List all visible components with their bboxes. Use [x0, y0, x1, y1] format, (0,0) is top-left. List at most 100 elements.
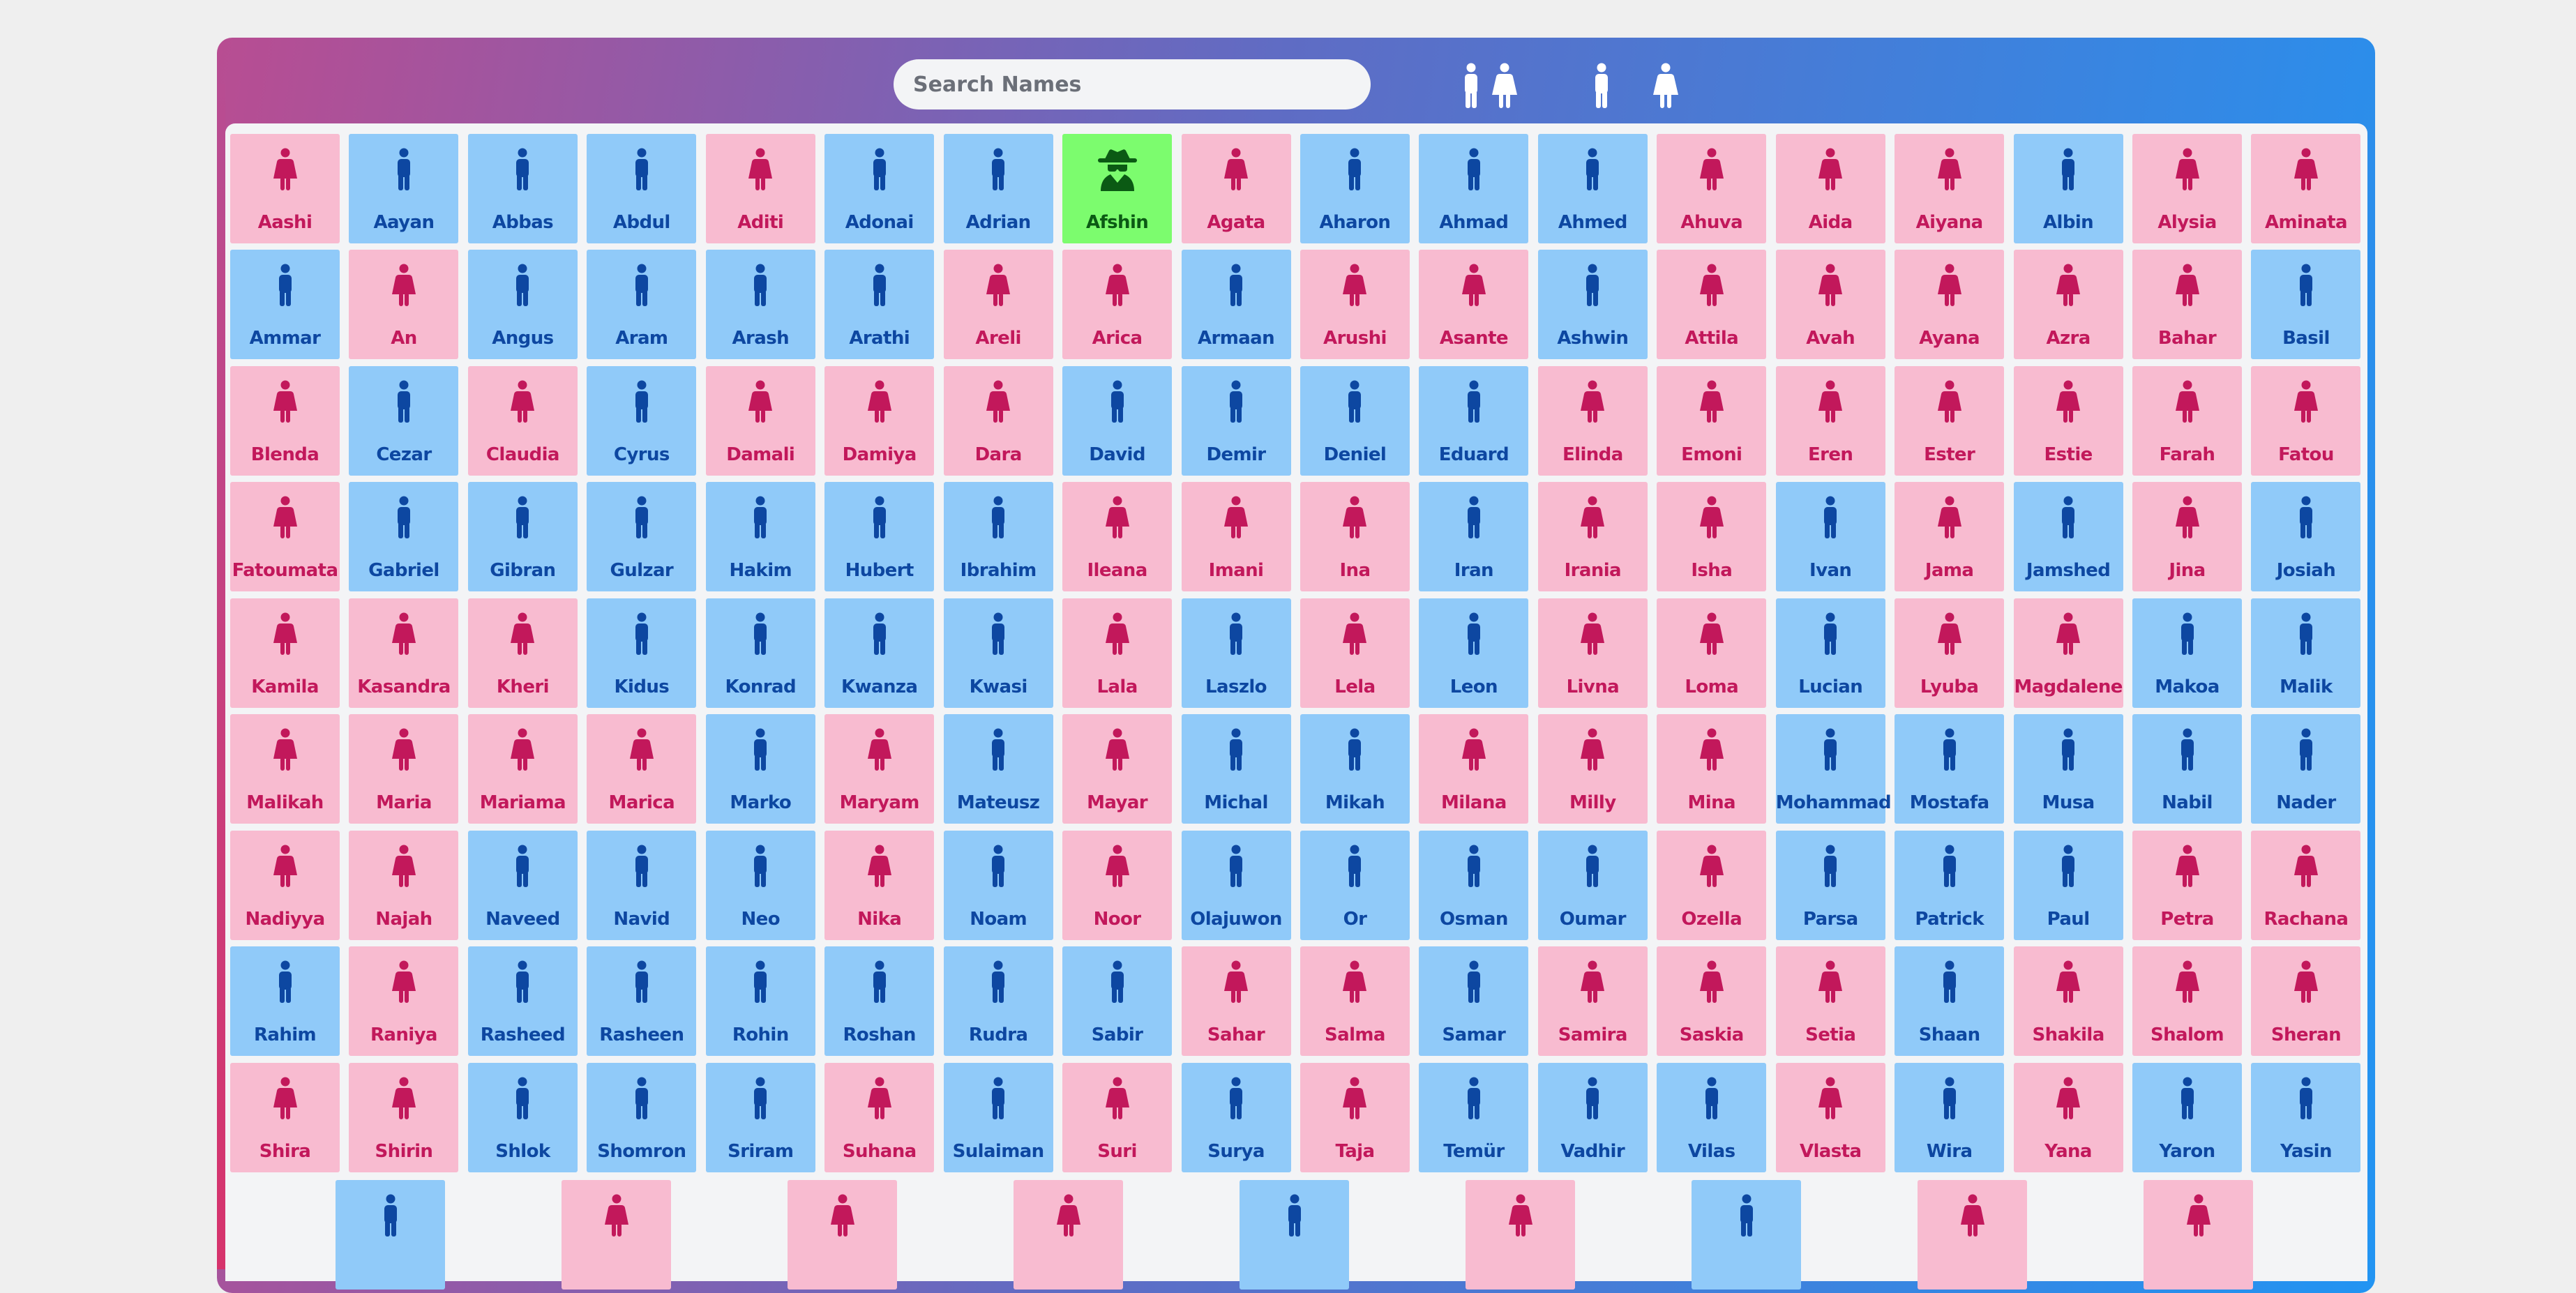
name-tile[interactable]: Arica — [1062, 250, 1173, 360]
name-tile[interactable]: Paul — [2013, 830, 2123, 940]
name-tile[interactable]: Gibran — [467, 482, 578, 592]
name-tile[interactable]: Dara — [943, 365, 1053, 476]
name-tile[interactable]: Cezar — [349, 365, 459, 476]
name-tile[interactable]: Ammar — [230, 250, 340, 360]
name-tile[interactable]: Jama — [1895, 482, 2005, 592]
name-tile[interactable]: Jamshed — [2013, 482, 2123, 592]
name-tile[interactable]: Yaron — [2132, 1062, 2242, 1172]
name-tile[interactable]: Ahuva — [1657, 134, 1767, 243]
name-tile[interactable]: Kidus — [587, 598, 697, 708]
name-tile[interactable]: Noor — [1062, 830, 1173, 940]
name-tile[interactable]: Eduard — [1419, 365, 1529, 476]
name-tile[interactable]: Shira — [230, 1062, 340, 1172]
name-tile[interactable]: Kwasi — [943, 598, 1053, 708]
name-tile[interactable]: Asante — [1419, 250, 1529, 360]
name-tile[interactable]: Mina — [1657, 714, 1767, 824]
name-tile[interactable]: Azra — [2013, 250, 2123, 360]
name-tile[interactable]: Albin — [2013, 134, 2123, 243]
name-tile[interactable]: Jina — [2132, 482, 2242, 592]
name-tile[interactable]: Lela — [1300, 598, 1410, 708]
name-tile[interactable]: Cyrus — [587, 365, 697, 476]
name-tile[interactable]: Kamila — [230, 598, 340, 708]
name-tile[interactable]: David — [1062, 365, 1173, 476]
name-tile[interactable]: Musa — [2013, 714, 2123, 824]
name-tile[interactable] — [336, 1180, 445, 1290]
name-tile[interactable]: Oumar — [1537, 830, 1648, 940]
name-tile[interactable]: Marko — [705, 714, 815, 824]
name-tile[interactable]: Hubert — [824, 482, 935, 592]
name-tile[interactable]: Suri — [1062, 1062, 1173, 1172]
name-tile[interactable]: Maria — [349, 714, 459, 824]
name-tile[interactable]: Adrian — [943, 134, 1053, 243]
name-tile[interactable]: Claudia — [467, 365, 578, 476]
name-tile[interactable]: Petra — [2132, 830, 2242, 940]
name-tile[interactable]: Surya — [1181, 1062, 1291, 1172]
name-tile[interactable]: Sheran — [2251, 946, 2361, 1057]
name-tile[interactable]: Ozella — [1657, 830, 1767, 940]
name-tile[interactable]: Imani — [1181, 482, 1291, 592]
name-tile[interactable]: Aiyana — [1895, 134, 2005, 243]
name-tile[interactable]: Konrad — [705, 598, 815, 708]
name-tile[interactable]: An — [349, 250, 459, 360]
name-tile[interactable] — [2144, 1180, 2253, 1290]
name-tile[interactable]: Vilas — [1657, 1062, 1767, 1172]
name-tile[interactable]: Rachana — [2251, 830, 2361, 940]
name-tile[interactable]: Lucian — [1775, 598, 1885, 708]
name-tile[interactable]: Agata — [1181, 134, 1291, 243]
name-tile[interactable] — [1240, 1180, 1349, 1290]
name-tile[interactable]: Blenda — [230, 365, 340, 476]
name-tile[interactable]: Michal — [1181, 714, 1291, 824]
name-tile[interactable]: Shalom — [2132, 946, 2242, 1057]
name-tile[interactable]: Laszlo — [1181, 598, 1291, 708]
name-tile[interactable]: Shirin — [349, 1062, 459, 1172]
name-tile[interactable]: Aharon — [1300, 134, 1410, 243]
name-tile[interactable]: Kasandra — [349, 598, 459, 708]
name-tile[interactable]: Abdul — [587, 134, 697, 243]
name-tile[interactable]: Ahmed — [1537, 134, 1648, 243]
name-tile[interactable]: Rahim — [230, 946, 340, 1057]
name-tile[interactable] — [788, 1180, 897, 1290]
name-tile[interactable]: Aditi — [705, 134, 815, 243]
name-tile[interactable]: Neo — [705, 830, 815, 940]
name-tile[interactable]: Parsa — [1775, 830, 1885, 940]
name-tile[interactable]: Alysia — [2132, 134, 2242, 243]
name-tile[interactable]: Leon — [1419, 598, 1529, 708]
name-tile[interactable]: Sabir — [1062, 946, 1173, 1057]
name-tile[interactable]: Rasheed — [467, 946, 578, 1057]
name-tile[interactable]: Irania — [1537, 482, 1648, 592]
name-tile[interactable]: Damali — [705, 365, 815, 476]
name-tile[interactable]: Milana — [1419, 714, 1529, 824]
name-tile[interactable]: Farah — [2132, 365, 2242, 476]
name-tile[interactable]: Noam — [943, 830, 1053, 940]
name-tile[interactable]: Ibrahim — [943, 482, 1053, 592]
name-tile[interactable]: Iran — [1419, 482, 1529, 592]
name-tile[interactable]: Magdalene — [2013, 598, 2123, 708]
name-tile[interactable]: Sahar — [1181, 946, 1291, 1057]
name-tile[interactable]: Milly — [1537, 714, 1648, 824]
name-tile[interactable]: Yana — [2013, 1062, 2123, 1172]
name-tile[interactable] — [1692, 1180, 1801, 1290]
name-tile[interactable]: Mariama — [467, 714, 578, 824]
name-tile[interactable]: Basil — [2251, 250, 2361, 360]
name-tile[interactable]: Eren — [1775, 365, 1885, 476]
name-tile[interactable]: Estie — [2013, 365, 2123, 476]
name-tile[interactable]: Nika — [824, 830, 935, 940]
name-tile[interactable]: Aminata — [2251, 134, 2361, 243]
name-tile[interactable]: Ester — [1895, 365, 2005, 476]
name-tile[interactable]: Sulaiman — [943, 1062, 1053, 1172]
name-tile[interactable]: Gabriel — [349, 482, 459, 592]
name-tile[interactable]: Isha — [1657, 482, 1767, 592]
name-tile[interactable]: Malik — [2251, 598, 2361, 708]
name-tile[interactable]: Ileana — [1062, 482, 1173, 592]
name-tile[interactable]: Aida — [1775, 134, 1885, 243]
name-tile[interactable]: Elinda — [1537, 365, 1648, 476]
name-tile[interactable]: Maryam — [824, 714, 935, 824]
name-tile[interactable]: Ahmad — [1419, 134, 1529, 243]
name-tile[interactable]: Lala — [1062, 598, 1173, 708]
name-tile[interactable]: Or — [1300, 830, 1410, 940]
name-tile[interactable]: Angus — [467, 250, 578, 360]
name-tile[interactable]: Ivan — [1775, 482, 1885, 592]
name-tile[interactable]: Adonai — [824, 134, 935, 243]
name-tile[interactable]: Afshin — [1062, 134, 1173, 243]
name-tile[interactable]: Shlok — [467, 1062, 578, 1172]
